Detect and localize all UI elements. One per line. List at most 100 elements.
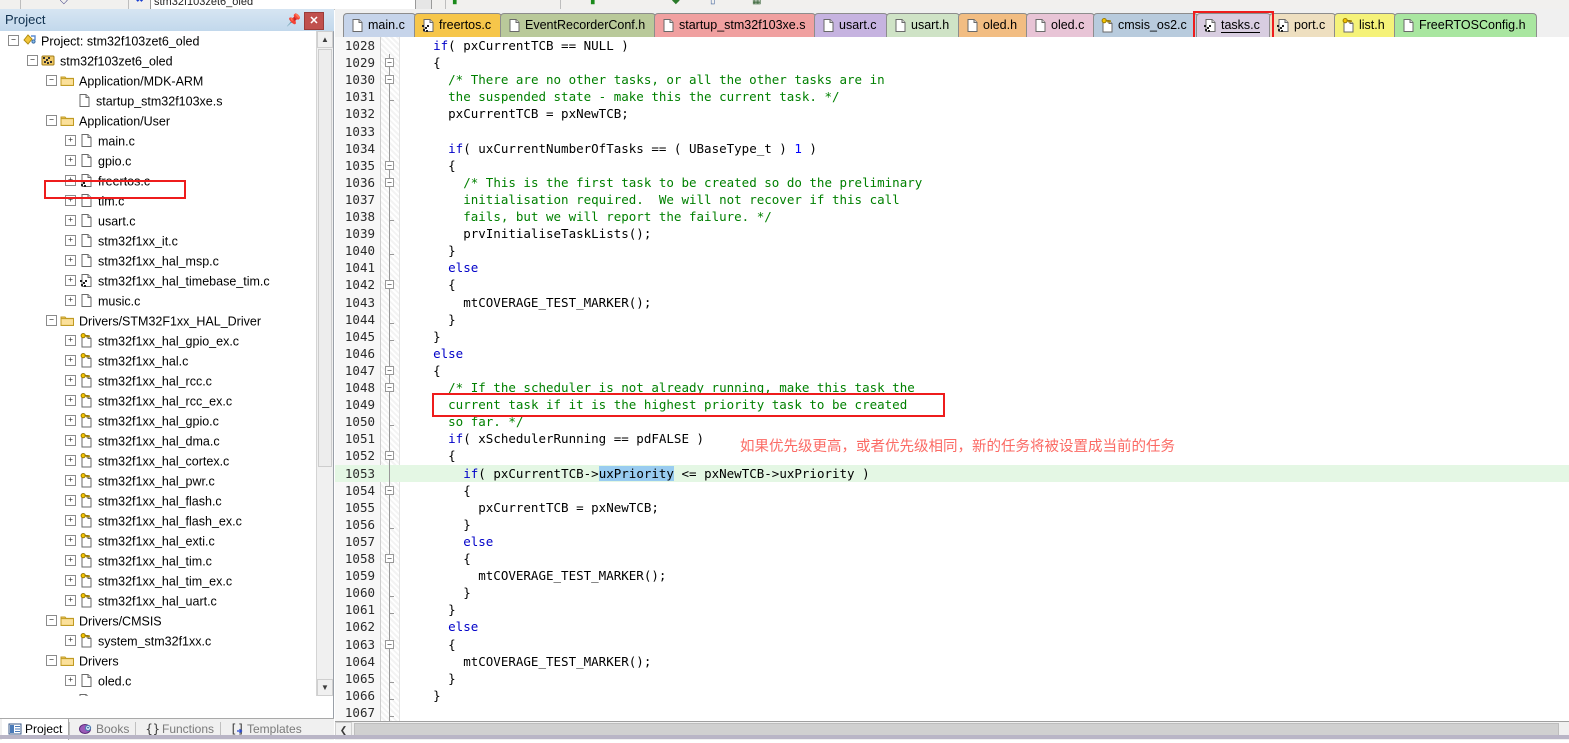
tree-expander-plus-icon[interactable]: + bbox=[65, 235, 76, 247]
tree-item-stm32f1xx-hal-cortex-c[interactable]: + stm32f1xx_hal_cortex.c bbox=[0, 451, 318, 471]
code-line[interactable]: 1067 bbox=[335, 704, 1569, 721]
fold-collapse-icon[interactable]: − bbox=[385, 58, 394, 68]
fold-collapse-icon[interactable]: − bbox=[385, 75, 394, 85]
editor-tab-oled-c[interactable]: oled.c bbox=[1026, 13, 1095, 37]
tree-item-stm32f1xx-hal-exti-c[interactable]: + stm32f1xx_hal_exti.c bbox=[0, 531, 318, 551]
tree-item-oled-h[interactable]: oled.h bbox=[0, 691, 318, 696]
fold-collapse-icon[interactable]: − bbox=[385, 485, 394, 495]
tree-expander-plus-icon[interactable]: + bbox=[65, 435, 76, 447]
editor-tab-main-c[interactable]: main.c bbox=[343, 13, 416, 37]
tree-expander-plus-icon[interactable]: + bbox=[65, 355, 76, 367]
tree-item-stm32f1xx-hal-c[interactable]: + stm32f1xx_hal.c bbox=[0, 351, 318, 371]
tree-item-stm32f1xx-hal-dma-c[interactable]: + stm32f1xx_hal_dma.c bbox=[0, 431, 318, 451]
tree-expander-plus-icon[interactable]: + bbox=[65, 495, 76, 507]
code-line[interactable]: 1044 } bbox=[335, 311, 1569, 328]
tree-expander-plus-icon[interactable]: + bbox=[65, 275, 76, 287]
code-line[interactable]: 1039 prvInitialiseTaskLists(); bbox=[335, 225, 1569, 242]
editor-tab-tasks-c[interactable]: tasks.c bbox=[1196, 13, 1271, 37]
tree-item-stm32f103zet6-oled[interactable]: − stm32f103zet6_oled bbox=[0, 51, 318, 71]
tree-expander-plus-icon[interactable]: + bbox=[65, 595, 76, 607]
tree-expander-plus-icon[interactable]: + bbox=[65, 575, 76, 587]
editor-tab-port-c[interactable]: port.c bbox=[1269, 13, 1336, 37]
code-line[interactable]: 1035 { bbox=[335, 157, 1569, 174]
code-line[interactable]: 1033 bbox=[335, 123, 1569, 140]
editor-tab-list-h[interactable]: list.h bbox=[1334, 13, 1396, 37]
project-tree[interactable]: − Project: stm32f103zet6_oled − stm32f103ze… bbox=[0, 31, 318, 696]
tree-item-drivers-stm32f1xx-hal-driver[interactable]: − Drivers/STM32F1xx_HAL_Driver bbox=[0, 311, 318, 331]
code-line[interactable]: 1054 { bbox=[335, 482, 1569, 499]
code-line[interactable]: 1062 else bbox=[335, 618, 1569, 635]
tree-item-application-mdk-arm[interactable]: − Application/MDK-ARM bbox=[0, 71, 318, 91]
code-line[interactable]: 1059 mtCOVERAGE_TEST_MARKER(); bbox=[335, 567, 1569, 584]
tree-expander-plus-icon[interactable]: + bbox=[65, 375, 76, 387]
tree-expander-plus-icon[interactable]: + bbox=[65, 195, 76, 207]
code-line[interactable]: 1058 { bbox=[335, 550, 1569, 567]
tree-expander-plus-icon[interactable]: + bbox=[65, 535, 76, 547]
tree-item-stm32f1xx-hal-rcc-ex-c[interactable]: + stm32f1xx_hal_rcc_ex.c bbox=[0, 391, 318, 411]
tree-item-oled-c[interactable]: + oled.c bbox=[0, 671, 318, 691]
code-line[interactable]: 1056 } bbox=[335, 516, 1569, 533]
tree-item-stm32f1xx-hal-gpio-c[interactable]: + stm32f1xx_hal_gpio.c bbox=[0, 411, 318, 431]
fold-collapse-icon[interactable]: − bbox=[385, 451, 394, 461]
tree-expander-plus-icon[interactable]: + bbox=[65, 255, 76, 267]
tree-expander-plus-icon[interactable]: + bbox=[65, 455, 76, 467]
tree-expander-minus-icon[interactable]: − bbox=[46, 315, 57, 327]
editor-tab-freertos-c[interactable]: freertos.c bbox=[414, 13, 502, 37]
code-line[interactable]: 1061 } bbox=[335, 601, 1569, 618]
tree-item-stm32f1xx-hal-flash-c[interactable]: + stm32f1xx_hal_flash.c bbox=[0, 491, 318, 511]
code-line[interactable]: 1045 } bbox=[335, 328, 1569, 345]
code-line[interactable]: 1036 /* This is the first task to be cre… bbox=[335, 174, 1569, 191]
code-line[interactable]: 1060 } bbox=[335, 584, 1569, 601]
close-icon[interactable]: ✕ bbox=[304, 12, 324, 30]
tree-item-usart-c[interactable]: + usart.c bbox=[0, 211, 318, 231]
code-line[interactable]: 1057 else bbox=[335, 533, 1569, 550]
scrollbar-thumb[interactable] bbox=[318, 49, 332, 467]
tree-expander-minus-icon[interactable]: − bbox=[46, 655, 57, 667]
code-line[interactable]: 1042 { bbox=[335, 276, 1569, 293]
tree-item-stm32f1xx-it-c[interactable]: + stm32f1xx_it.c bbox=[0, 231, 318, 251]
tree-item-gpio-c[interactable]: + gpio.c bbox=[0, 151, 318, 171]
fold-collapse-icon[interactable]: − bbox=[385, 365, 394, 375]
tree-item-stm32f1xx-hal-gpio-ex-c[interactable]: + stm32f1xx_hal_gpio_ex.c bbox=[0, 331, 318, 351]
code-line[interactable]: 1038 fails, but we will report the failu… bbox=[335, 208, 1569, 225]
project-tree-scrollbar[interactable]: ▲ ▼ bbox=[316, 31, 333, 696]
code-line[interactable]: 1049 current task if it is the highest p… bbox=[335, 396, 1569, 413]
toolbar-bookmark-icon[interactable]: ⬩⬩ bbox=[136, 0, 143, 6]
code-line[interactable]: 1064 mtCOVERAGE_TEST_MARKER(); bbox=[335, 653, 1569, 670]
code-line[interactable]: 1066 } bbox=[335, 687, 1569, 704]
tree-item-project-stm32f103zet6-oled[interactable]: − Project: stm32f103zet6_oled bbox=[0, 31, 318, 51]
tree-item-stm32f1xx-hal-timebase-tim-c[interactable]: + stm32f1xx_hal_timebase_tim.c bbox=[0, 271, 318, 291]
editor-tab-usart-c[interactable]: usart.c bbox=[814, 13, 888, 37]
toolbar-check-icon[interactable]: ◆ bbox=[672, 0, 680, 6]
tree-expander-plus-icon[interactable]: + bbox=[65, 635, 76, 647]
code-view[interactable]: 1028 if( pxCurrentTCB == NULL ) 1029 {103… bbox=[335, 37, 1569, 721]
code-line[interactable]: 1046 else bbox=[335, 345, 1569, 362]
tree-expander-plus-icon[interactable]: + bbox=[65, 135, 76, 147]
tree-item-drivers-cmsis[interactable]: − Drivers/CMSIS bbox=[0, 611, 318, 631]
code-line[interactable]: 1037 initialisation required. We will no… bbox=[335, 191, 1569, 208]
toolbar-book-icon[interactable]: ▯ bbox=[710, 0, 716, 6]
code-line[interactable]: 1053 if( pxCurrentTCB->uxPriority <= pxN… bbox=[335, 464, 1569, 482]
fold-collapse-icon[interactable]: − bbox=[385, 160, 394, 170]
fold-collapse-icon[interactable]: − bbox=[385, 383, 394, 392]
toolbar-window-icon[interactable]: ▦ bbox=[752, 0, 761, 6]
editor-tab-oled-h[interactable]: oled.h bbox=[958, 13, 1028, 37]
code-line[interactable]: 1041 else bbox=[335, 259, 1569, 276]
triangle-up-icon[interactable]: ▲ bbox=[317, 31, 333, 48]
tree-expander-plus-icon[interactable]: + bbox=[65, 675, 76, 687]
editor-tab-strip[interactable]: main.c freertos.c EventRecorderConf.h start… bbox=[335, 9, 1569, 38]
fold-collapse-icon[interactable]: − bbox=[385, 554, 394, 563]
tree-expander-plus-icon[interactable]: + bbox=[65, 515, 76, 527]
tree-expander-plus-icon[interactable]: + bbox=[65, 295, 76, 307]
tree-expander-minus-icon[interactable]: − bbox=[8, 35, 19, 47]
tree-item-startup-stm32f103xe-s[interactable]: startup_stm32f103xe.s bbox=[0, 91, 318, 111]
tree-expander-plus-icon[interactable]: + bbox=[65, 215, 76, 227]
tree-item-tim-c[interactable]: + tim.c bbox=[0, 191, 318, 211]
tree-item-stm32f1xx-hal-pwr-c[interactable]: + stm32f1xx_hal_pwr.c bbox=[0, 471, 318, 491]
tree-item-stm32f1xx-hal-uart-c[interactable]: + stm32f1xx_hal_uart.c bbox=[0, 591, 318, 611]
editor-tab-freertosconfig-h[interactable]: FreeRTOSConfig.h bbox=[1394, 13, 1537, 37]
tree-item-stm32f1xx-hal-msp-c[interactable]: + stm32f1xx_hal_msp.c bbox=[0, 251, 318, 271]
editor-tab-usart-h[interactable]: usart.h bbox=[886, 13, 960, 37]
fold-collapse-icon[interactable]: − bbox=[385, 177, 394, 187]
tree-expander-minus-icon[interactable]: − bbox=[27, 55, 38, 67]
